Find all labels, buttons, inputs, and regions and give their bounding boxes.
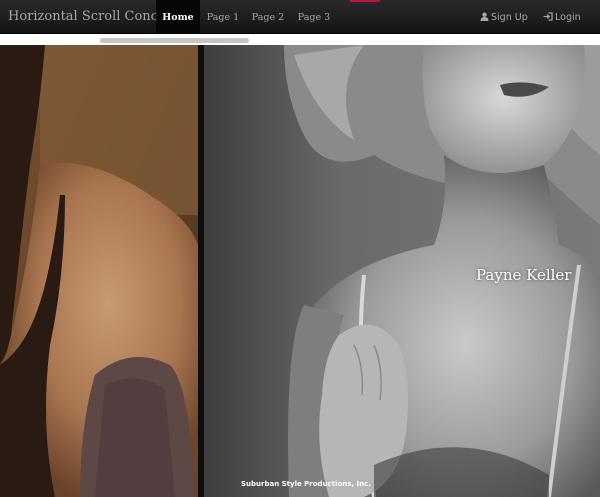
sign-up-label: Sign Up	[491, 12, 528, 23]
nav-link-page-1[interactable]: Page 1	[203, 0, 243, 33]
horizontal-scrollbar[interactable]	[0, 35, 600, 45]
top-accent-line	[350, 0, 380, 2]
sign-up-link[interactable]: Sign Up	[480, 0, 528, 33]
footer-credit: Suburban Style Productions, Inc.	[241, 480, 371, 488]
sepia-portrait-photo	[0, 45, 198, 497]
navbar: Horizontal Scroll Concepts Home Page 1 P…	[0, 0, 600, 34]
nav-link-home[interactable]: Home	[156, 0, 200, 33]
user-icon	[480, 12, 489, 21]
scrollbar-thumb[interactable]	[100, 38, 249, 43]
nav-link-page-3[interactable]: Page 3	[294, 0, 334, 33]
gallery-image-left	[0, 45, 198, 497]
photo-caption: Payne Keller	[476, 266, 572, 284]
nav-link-page-2[interactable]: Page 2	[248, 0, 288, 33]
login-label: Login	[555, 12, 581, 23]
login-link[interactable]: Login	[543, 0, 581, 33]
login-icon	[543, 12, 553, 21]
